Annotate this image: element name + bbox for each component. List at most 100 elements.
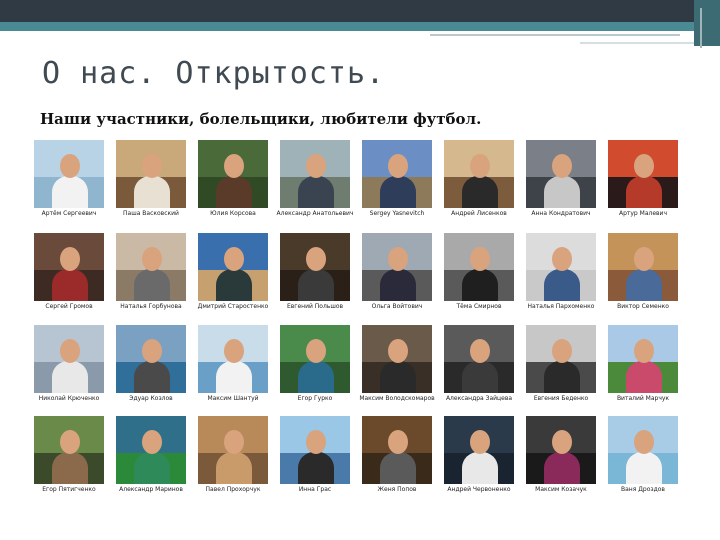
person-body-icon	[626, 269, 662, 301]
member-photo[interactable]	[116, 140, 186, 208]
member-name: Ольга Войтович	[371, 303, 423, 310]
member-photo[interactable]	[444, 416, 514, 484]
member-name: Инна Грас	[298, 486, 332, 493]
person-body-icon	[544, 452, 580, 484]
member-photo[interactable]	[362, 233, 432, 301]
member-card[interactable]: Анна Кондратович	[522, 140, 600, 217]
member-card[interactable]: Андрей Лисенков	[440, 140, 518, 217]
person-body-icon	[626, 452, 662, 484]
member-photo[interactable]	[198, 416, 268, 484]
member-name: Артур Малевич	[618, 210, 668, 217]
member-card[interactable]: Павел Прохорчук	[194, 416, 272, 493]
member-card[interactable]: Наталья Пархоменко	[522, 233, 600, 310]
member-photo[interactable]	[198, 233, 268, 301]
member-name: Александра Зайцева	[445, 395, 513, 402]
member-photo[interactable]	[280, 140, 350, 208]
person-head-icon	[60, 154, 80, 178]
member-card[interactable]: Максим Козачук	[522, 416, 600, 493]
person-head-icon	[388, 154, 408, 178]
member-card[interactable]: Женя Попов	[358, 416, 436, 493]
top-right-stripe	[700, 8, 702, 48]
member-photo[interactable]	[362, 416, 432, 484]
person-head-icon	[142, 247, 162, 271]
person-body-icon	[134, 452, 170, 484]
member-photo[interactable]	[34, 325, 104, 393]
member-photo[interactable]	[444, 325, 514, 393]
person-head-icon	[552, 247, 572, 271]
member-card[interactable]: Александра Зайцева	[440, 325, 518, 402]
person-head-icon	[306, 430, 326, 454]
member-card[interactable]: Виктор Семенко	[604, 233, 682, 310]
member-name: Наталья Пархоменко	[527, 303, 595, 310]
member-card[interactable]: Инна Грас	[276, 416, 354, 493]
member-card[interactable]: Сергей Громов	[30, 233, 108, 310]
member-photo[interactable]	[34, 233, 104, 301]
member-photo[interactable]	[34, 416, 104, 484]
member-photo[interactable]	[116, 416, 186, 484]
member-card[interactable]: Александр Маринов	[112, 416, 190, 493]
member-photo[interactable]	[444, 140, 514, 208]
person-head-icon	[224, 339, 244, 363]
member-photo[interactable]	[116, 325, 186, 393]
member-name: Андрей Лисенков	[451, 210, 507, 217]
member-photo[interactable]	[526, 416, 596, 484]
member-card[interactable]: Александр Анатольевич	[276, 140, 354, 217]
person-head-icon	[470, 430, 490, 454]
member-photo[interactable]	[34, 140, 104, 208]
member-card[interactable]: Sergey Yasnevitch	[358, 140, 436, 217]
member-card[interactable]: Николай Крюченко	[30, 325, 108, 402]
member-photo[interactable]	[198, 140, 268, 208]
member-photo[interactable]	[526, 140, 596, 208]
member-card[interactable]: Виталий Марчук	[604, 325, 682, 402]
member-photo[interactable]	[526, 233, 596, 301]
member-card[interactable]: Максим Шантуй	[194, 325, 272, 402]
member-card[interactable]: Андрей Червоненко	[440, 416, 518, 493]
member-photo[interactable]	[198, 325, 268, 393]
member-photo[interactable]	[608, 325, 678, 393]
member-name: Максим Козачук	[535, 486, 587, 493]
member-card[interactable]: Евгений Польшов	[276, 233, 354, 310]
member-card[interactable]: Егор Пятигченко	[30, 416, 108, 493]
member-card[interactable]: Максим Володскомаров	[358, 325, 436, 402]
member-photo[interactable]	[608, 233, 678, 301]
member-card[interactable]: Юлия Корсова	[194, 140, 272, 217]
member-card[interactable]: Артур Малевич	[604, 140, 682, 217]
member-photo[interactable]	[362, 325, 432, 393]
member-card[interactable]: Егор Гурко	[276, 325, 354, 402]
member-card[interactable]: Паша Васковский	[112, 140, 190, 217]
member-name: Евгения Беденко	[533, 395, 589, 402]
member-card[interactable]: Ваня Дроздов	[604, 416, 682, 493]
person-head-icon	[60, 247, 80, 271]
member-photo[interactable]	[280, 233, 350, 301]
person-body-icon	[52, 269, 88, 301]
person-head-icon	[634, 154, 654, 178]
members-photo-grid: Артём Сергеевич Паша Васковский Юлия Корсо…	[30, 140, 690, 510]
member-card[interactable]: Дмитрий Старостенко	[194, 233, 272, 310]
member-card[interactable]: Тёма Смирнов	[440, 233, 518, 310]
member-photo[interactable]	[280, 416, 350, 484]
member-photo[interactable]	[280, 325, 350, 393]
person-body-icon	[134, 269, 170, 301]
person-head-icon	[634, 247, 654, 271]
person-body-icon	[216, 269, 252, 301]
member-photo[interactable]	[116, 233, 186, 301]
member-card[interactable]: Евгения Беденко	[522, 325, 600, 402]
person-body-icon	[544, 176, 580, 208]
person-head-icon	[142, 154, 162, 178]
person-body-icon	[544, 269, 580, 301]
member-photo[interactable]	[608, 416, 678, 484]
member-card[interactable]: Эдуар Козлов	[112, 325, 190, 402]
member-photo[interactable]	[526, 325, 596, 393]
member-photo[interactable]	[362, 140, 432, 208]
member-photo[interactable]	[444, 233, 514, 301]
member-card[interactable]: Ольга Войтович	[358, 233, 436, 310]
member-photo[interactable]	[608, 140, 678, 208]
member-card[interactable]: Наталья Горбунова	[112, 233, 190, 310]
member-name: Александр Анатольевич	[276, 210, 354, 217]
person-body-icon	[298, 176, 334, 208]
person-body-icon	[380, 176, 416, 208]
person-body-icon	[216, 361, 252, 393]
person-head-icon	[470, 154, 490, 178]
member-card[interactable]: Артём Сергеевич	[30, 140, 108, 217]
member-name: Артём Сергеевич	[41, 210, 97, 217]
